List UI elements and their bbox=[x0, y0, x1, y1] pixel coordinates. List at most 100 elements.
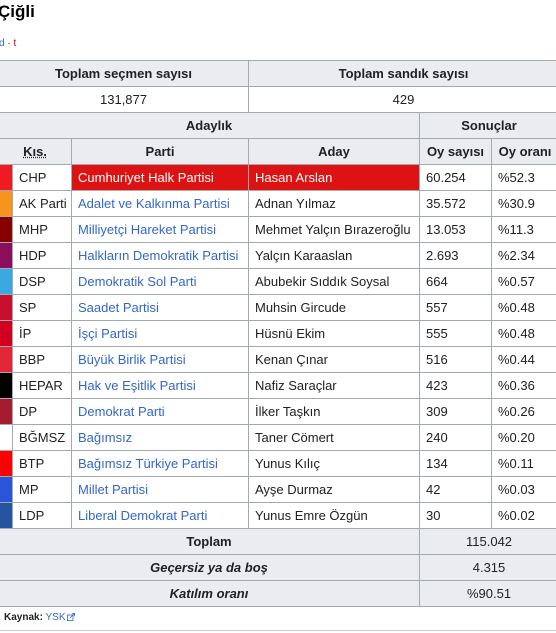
vote-count: 664 bbox=[419, 268, 492, 295]
vote-count: 557 bbox=[419, 294, 492, 321]
party-color-swatch bbox=[0, 476, 13, 503]
party-abbr: BTP bbox=[12, 450, 72, 477]
party-abbr: DP bbox=[12, 398, 72, 425]
party-abbr: DSP bbox=[12, 268, 72, 295]
talk-link[interactable]: t bbox=[13, 38, 16, 49]
vote-share: %0.11 bbox=[490, 450, 556, 477]
abbr-header[interactable]: Kıs. bbox=[0, 138, 72, 165]
candidate-name: Yunus Kılıç bbox=[248, 450, 420, 477]
summary-value: 4.315 bbox=[418, 554, 556, 581]
candidate-name: Taner Cömert bbox=[248, 424, 420, 451]
party-color-swatch bbox=[0, 190, 13, 217]
table-row: MP Millet Partisi Ayşe Durmaz 42 %0.03 bbox=[0, 476, 556, 503]
page-title: Çiğli bbox=[0, 2, 35, 21]
party-name-link[interactable]: Bağımsız bbox=[71, 424, 249, 451]
party-name-text: İşçi Partisi bbox=[78, 325, 138, 341]
summary-row: Katılım oranı %90.51 bbox=[0, 580, 556, 607]
candidate-name: Adnan Yılmaz bbox=[248, 190, 420, 217]
party-name-link[interactable]: Demokrat Parti bbox=[71, 398, 249, 425]
party-name-link[interactable]: Hak ve Eşitlik Partisi bbox=[71, 372, 249, 399]
table-row: BTP Bağımsız Türkiye Partisi Yunus Kılıç 13… bbox=[0, 450, 556, 477]
totals-header-row: Toplam seçmen sayısı Toplam sandık sayıs… bbox=[0, 60, 556, 87]
party-name-link[interactable]: Demokratik Sol Parti bbox=[71, 268, 249, 295]
party-name-link[interactable]: Milliyetçi Hareket Partisi bbox=[71, 216, 249, 243]
party-name-text: Millet Partisi bbox=[78, 481, 149, 497]
party-name-text: Büyük Birlik Partisi bbox=[78, 351, 186, 367]
party-abbr: HEPAR bbox=[12, 372, 72, 399]
party-color-swatch bbox=[0, 242, 13, 269]
totals-value-row: 131,877 429 bbox=[0, 86, 556, 113]
party-abbr: BBP bbox=[12, 346, 72, 373]
party-color-swatch bbox=[0, 398, 13, 425]
results-header: Sonuçlar bbox=[418, 112, 556, 139]
vote-share: %2.34 bbox=[490, 242, 556, 269]
party-name-text: Bağımsız Türkiye Partisi bbox=[78, 455, 218, 471]
party-abbr: HDP bbox=[12, 242, 72, 269]
vote-share: %0.57 bbox=[490, 268, 556, 295]
party-name-text: Adalet ve Kalkınma Partisi bbox=[78, 195, 230, 211]
party-abbr: MP bbox=[12, 476, 72, 503]
party-color-swatch bbox=[0, 424, 13, 451]
vote-count: 13.053 bbox=[419, 216, 492, 243]
vote-count: 42 bbox=[419, 476, 492, 503]
party-name-link[interactable]: Cumhuriyet Halk Partisi bbox=[71, 164, 249, 191]
total-ballot-header: Toplam sandık sayısı bbox=[247, 60, 556, 87]
vote-count: 2.693 bbox=[419, 242, 492, 269]
table-row: HDP Halkların Demokratik Partisi Yalçın Ka… bbox=[0, 242, 556, 269]
vote-share: %30.9 bbox=[490, 190, 556, 217]
candidate-name: İlker Taşkın bbox=[248, 398, 420, 425]
party-name-text: Liberal Demokrat Parti bbox=[78, 507, 208, 523]
party-name-link[interactable]: İşçi Partisi bbox=[71, 320, 249, 347]
summary-value: 115.042 bbox=[418, 528, 556, 555]
summary-body: Toplam 115.042 Geçersiz ya da boş 4.315 Katı… bbox=[0, 528, 556, 607]
table-row: SP Saadet Partisi Muhsin Gircude 557 %0.48 bbox=[0, 294, 556, 321]
vote-count: 35.572 bbox=[419, 190, 492, 217]
total-voters-header: Toplam seçmen sayısı bbox=[0, 60, 249, 87]
total-ballot-value: 429 bbox=[247, 86, 556, 113]
party-abbr: İP bbox=[12, 320, 72, 347]
party-color-swatch bbox=[0, 216, 13, 243]
party-color-swatch bbox=[0, 372, 13, 399]
vote-share: %0.36 bbox=[490, 372, 556, 399]
party-color-swatch bbox=[0, 294, 13, 321]
party-name-text: Halkların Demokratik Partisi bbox=[78, 247, 239, 263]
summary-label: Geçersiz ya da boş bbox=[0, 554, 420, 581]
table-row: AK Parti Adalet ve Kalkınma Partisi Adnan … bbox=[0, 190, 556, 217]
party-abbr: LDP bbox=[12, 502, 72, 529]
party-name-link[interactable]: Halkların Demokratik Partisi bbox=[71, 242, 249, 269]
vote-share: %0.03 bbox=[490, 476, 556, 503]
party-color-swatch bbox=[0, 450, 13, 477]
party-name-link[interactable]: Bağımsız Türkiye Partisi bbox=[71, 450, 249, 477]
vote-count: 134 bbox=[419, 450, 492, 477]
party-color-swatch bbox=[0, 320, 13, 347]
party-name-text: Demokratik Sol Parti bbox=[78, 273, 197, 289]
party-abbr: CHP bbox=[12, 164, 72, 191]
summary-row: Toplam 115.042 bbox=[0, 528, 556, 555]
party-color-swatch bbox=[0, 502, 13, 529]
party-header: Parti bbox=[71, 138, 249, 165]
vote-count: 309 bbox=[419, 398, 492, 425]
party-name-link[interactable]: Saadet Partisi bbox=[71, 294, 249, 321]
results-body: CHP Cumhuriyet Halk Partisi Hasan Arslan 60… bbox=[0, 164, 556, 529]
party-name-text: Cumhuriyet Halk Partisi bbox=[78, 169, 214, 185]
votes-header: Oy sayısı bbox=[419, 138, 492, 165]
party-name-link[interactable]: Adalet ve Kalkınma Partisi bbox=[71, 190, 249, 217]
party-name-link[interactable]: Liberal Demokrat Parti bbox=[71, 502, 249, 529]
vote-share: %52.3 bbox=[490, 164, 556, 191]
source-label: Kaynak: bbox=[4, 612, 43, 623]
source-link[interactable]: YSK bbox=[46, 612, 75, 623]
candidate-name: Abubekir Sıddık Soysal bbox=[248, 268, 420, 295]
vote-share: %0.48 bbox=[490, 294, 556, 321]
table-row: LDP Liberal Demokrat Parti Yunus Emre Özgü… bbox=[0, 502, 556, 529]
vote-count: 60.254 bbox=[419, 164, 492, 191]
party-name-link[interactable]: Millet Partisi bbox=[71, 476, 249, 503]
vote-share: %0.26 bbox=[490, 398, 556, 425]
candidate-name: Hüsnü Ekim bbox=[248, 320, 420, 347]
summary-value: %90.51 bbox=[418, 580, 556, 607]
column-header-row: Kıs. Parti Aday Oy sayısı Oy oranı bbox=[0, 138, 556, 165]
candidate-name: Yalçın Karaaslan bbox=[248, 242, 420, 269]
vote-share: %0.48 bbox=[490, 320, 556, 347]
party-name-link[interactable]: Büyük Birlik Partisi bbox=[71, 346, 249, 373]
party-color-swatch bbox=[0, 268, 13, 295]
source-note: Kaynak: YSK bbox=[4, 612, 75, 623]
